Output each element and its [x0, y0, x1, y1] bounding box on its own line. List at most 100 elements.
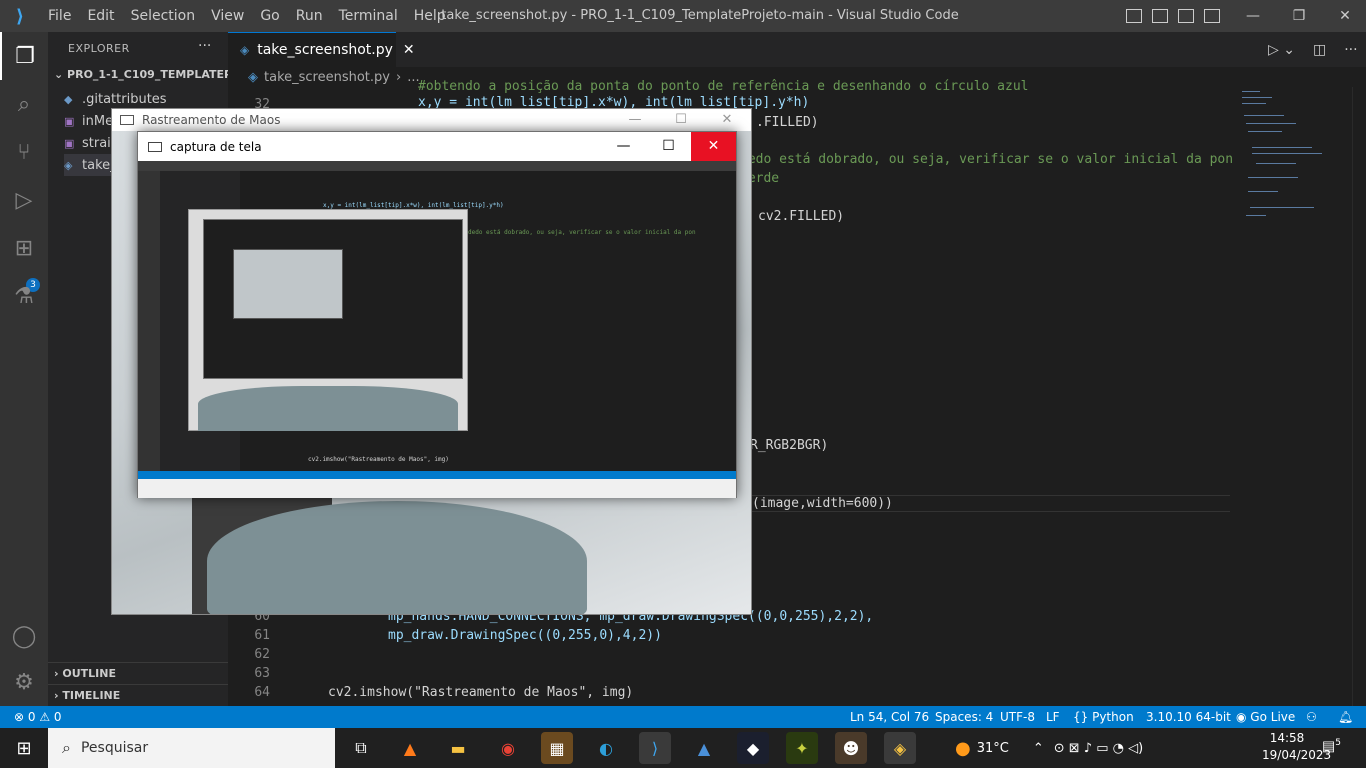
file-gitattributes[interactable]: ◆ .gitattributes [64, 88, 167, 110]
indentation[interactable]: Spaces: 4 [935, 706, 993, 728]
source-control-icon[interactable]: ⑂ [0, 128, 48, 176]
minimap-line [1250, 207, 1314, 208]
close-icon[interactable]: ✕ [704, 109, 750, 131]
toggle-panel-icon[interactable] [1152, 9, 1168, 23]
notifications-count: 5 [1335, 738, 1341, 748]
explorer-icon[interactable]: ❐ [0, 32, 48, 80]
run-debug-icon[interactable]: ▷ [0, 176, 48, 224]
minimize-icon[interactable]: — [612, 109, 658, 131]
game-icon[interactable]: ◆ [737, 732, 769, 764]
notifications-icon[interactable]: ▤5 [1322, 738, 1341, 755]
menu-go[interactable]: Go [252, 0, 287, 32]
search-icon: ⌕ [62, 738, 71, 757]
weather-temp[interactable]: 31°C [977, 741, 1009, 756]
file-name: .gitattributes [82, 91, 167, 107]
problems-indicator[interactable]: ⊗ 0 ⚠ 0 [14, 706, 62, 728]
tab-label: take_screenshot.py [257, 42, 393, 58]
mini-activity-bar [138, 171, 160, 471]
clock[interactable]: 14:58 19/04/2023 [1262, 730, 1332, 764]
avast-icon[interactable]: ▲ [394, 732, 426, 764]
windows-taskbar: ⊞ ⌕ Pesquisar ⧉ ▲ ▬ ◉ ▦ ◐ ⟩ ▲ ◆ ✦ ☻ ◈ ● … [0, 728, 1366, 768]
status-bar: ⊗ 0 ⚠ 0 Ln 54, Col 76 Spaces: 4 UTF-8 LF… [0, 706, 1366, 728]
rastreamento-titlebar[interactable]: Rastreamento de Maos — ☐ ✕ [112, 109, 751, 131]
python-interpreter[interactable]: 3.10.10 64-bit [1146, 706, 1231, 728]
clock-time: 14:58 [1269, 731, 1305, 745]
menu-selection[interactable]: Selection [123, 0, 204, 32]
split-editor-icon[interactable]: ◫ [1313, 42, 1326, 58]
toggle-secondary-sidebar-icon[interactable] [1178, 9, 1194, 23]
menu-run[interactable]: Run [288, 0, 331, 32]
feedback-icon[interactable]: ⚇ [1306, 706, 1317, 728]
vscode-taskbar-icon[interactable]: ⟩ [639, 732, 671, 764]
customize-layout-icon[interactable] [1204, 9, 1220, 23]
more-actions-icon[interactable]: ··· [198, 38, 211, 54]
python-icon: ◈ [240, 43, 250, 57]
vertical-scrollbar[interactable] [1352, 87, 1366, 706]
code-line-current: (image,width=600)) [752, 495, 1230, 512]
account-icon[interactable]: ◯ [0, 612, 48, 660]
file-inme[interactable]: ▣ inMe [64, 110, 113, 132]
language-mode[interactable]: {} Python [1073, 706, 1134, 728]
bell-icon[interactable]: 🔔︎ [1338, 706, 1353, 728]
mini-code-line: x,y = int(lm_list[tip].x*w), int(lm_list… [323, 202, 504, 209]
maximize-icon[interactable]: ☐ [646, 132, 691, 161]
timeline-section[interactable]: › TIMELINE [48, 684, 228, 706]
chevron-right-icon: › [54, 667, 63, 680]
code-line: #obtendo a posição da ponta do ponto de … [418, 79, 1029, 94]
tray-icons[interactable]: ⊙ ⊠ ♪ ▭ ◔ ◁) [1054, 741, 1143, 756]
extensions-icon[interactable]: ⊞ [0, 224, 48, 272]
go-live-button[interactable]: ◉ Go Live [1236, 706, 1295, 728]
file-explorer-icon[interactable]: ▬ [442, 732, 474, 764]
toggle-sidebar-icon[interactable] [1126, 9, 1142, 23]
code-line: dedo está dobrado, ou seja, verificar se… [740, 152, 1234, 167]
vscode-logo-icon: ⟩ [15, 5, 25, 27]
python-taskbar-icon[interactable]: ◈ [884, 732, 916, 764]
image-icon: ▣ [64, 114, 75, 128]
cursor-position[interactable]: Ln 54, Col 76 [850, 706, 929, 728]
menu-file[interactable]: File [40, 0, 79, 32]
folder-name: PRO_1-1_C109_TEMPLATEPR... [67, 68, 254, 81]
menu-view[interactable]: View [203, 0, 252, 32]
explorer-header: EXPLORER [68, 42, 130, 55]
search-icon[interactable]: ⌕ [0, 80, 48, 128]
close-icon[interactable]: ✕ [1322, 0, 1366, 32]
gear-icon[interactable]: ⚙ [0, 658, 48, 706]
more-actions-icon[interactable]: ··· [1344, 42, 1357, 58]
minimap-line [1256, 163, 1296, 164]
task-view-icon[interactable]: ⧉ [345, 732, 377, 764]
testing-icon[interactable]: ⚗ [0, 272, 48, 320]
close-icon[interactable]: ✕ [691, 132, 736, 161]
workspace-folder[interactable]: ⌄ PRO_1-1_C109_TEMPLATEPR... [54, 68, 253, 81]
go-live-label: Go Live [1250, 710, 1296, 724]
minimap-line [1248, 191, 1278, 192]
restore-icon[interactable]: ❐ [1276, 0, 1322, 32]
mini-status-bar [138, 471, 736, 479]
run-icon[interactable]: ▷ ⌄ [1268, 42, 1295, 58]
app-icon[interactable]: ◐ [590, 732, 622, 764]
end-of-line[interactable]: LF [1046, 706, 1060, 728]
app-icon[interactable]: ☻ [835, 732, 867, 764]
minimize-icon[interactable]: — [1230, 0, 1276, 32]
chevron-up-icon[interactable]: ⌃ [1033, 741, 1044, 756]
minimap[interactable] [1238, 87, 1348, 706]
captura-titlebar[interactable]: captura de tela — ☐ ✕ [138, 132, 736, 161]
code-line: mp_draw.DrawingSpec((0,255,0),4,2)) [388, 628, 662, 643]
outline-section[interactable]: › OUTLINE [48, 662, 228, 684]
minimap-line [1244, 115, 1284, 116]
windows-start-icon[interactable]: ⊞ [0, 728, 48, 768]
breadcrumb-file[interactable]: take_screenshot.py [264, 70, 390, 85]
captura-window[interactable]: captura de tela — ☐ ✕ x,y = int(lm_list[… [137, 131, 737, 498]
minecraft-icon[interactable]: ▦ [541, 732, 573, 764]
encoding[interactable]: UTF-8 [1000, 706, 1035, 728]
maximize-icon[interactable]: ☐ [658, 109, 704, 131]
clock-date: 19/04/2023 [1262, 748, 1332, 762]
photos-icon[interactable]: ▲ [688, 732, 720, 764]
tab-take-screenshot[interactable]: ◈ take_screenshot.py ✕ [228, 32, 415, 67]
minimize-icon[interactable]: — [601, 132, 646, 161]
chrome-icon[interactable]: ◉ [492, 732, 524, 764]
menu-edit[interactable]: Edit [79, 0, 122, 32]
close-tab-icon[interactable]: ✕ [403, 42, 415, 58]
taskbar-search[interactable]: ⌕ Pesquisar [48, 728, 335, 768]
app-icon[interactable]: ✦ [786, 732, 818, 764]
code-line: cv2.FILLED) [758, 209, 845, 224]
